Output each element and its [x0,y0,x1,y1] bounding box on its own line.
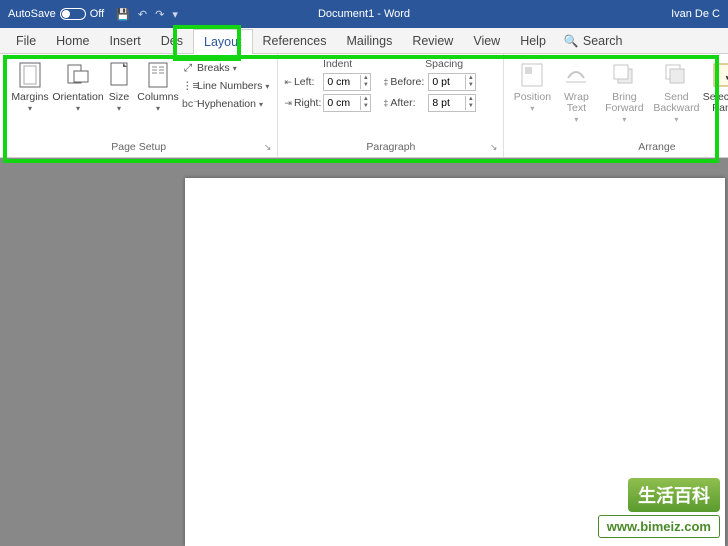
spacing-before-label: ‡Before: [383,76,425,88]
indent-right-label: ⇥Right: [284,97,320,109]
chevron-down-icon: ▾ [674,115,678,124]
qat-more-icon[interactable]: ▾ [172,8,178,21]
chevron-down-icon: ▾ [622,115,626,124]
indent-left-label: ⇤Left: [284,76,320,88]
spin-up-icon[interactable]: ▲ [466,96,475,103]
chevron-down-icon: ▾ [530,104,534,113]
dialog-launcher-icon[interactable]: ↘ [490,142,498,153]
indent-right-icon: ⇥ [284,98,292,109]
indent-right-input[interactable]: ▲▼ [323,94,371,112]
tab-insert[interactable]: Insert [100,28,151,53]
title-bar: AutoSave Off 💾 ↶ ↷ ▾ Document1 - Word Iv… [0,0,728,28]
group-paragraph: Indent Spacing ⇤Left: ▲▼ ‡Before: ▲▼ ⇥Ri… [278,54,504,157]
tab-view[interactable]: View [463,28,510,53]
breaks-button[interactable]: ⤢ Breaks ▾ [182,60,269,76]
undo-icon[interactable]: ↶ [138,8,147,21]
ribbon-tabs: File Home Insert Des Layout References M… [0,28,728,54]
spacing-after-input[interactable]: ▲▼ [428,94,476,112]
spacing-after-label: ‡After: [383,97,425,109]
margins-icon [19,60,41,90]
columns-button[interactable]: Columns ▾ [136,58,180,115]
selection-pane-icon [713,60,728,90]
send-backward-button[interactable]: Send Backward ▾ [650,58,702,126]
group-label-paragraph: Paragraph ↘ [284,139,497,155]
chevron-down-icon: ▾ [574,115,578,124]
autosave-state: Off [90,8,104,20]
group-label-page-setup: Page Setup ↘ [6,139,271,155]
redo-icon[interactable]: ↷ [155,8,164,21]
tab-references[interactable]: References [253,28,337,53]
chevron-down-icon: ▾ [28,104,32,113]
spacing-before-input[interactable]: ▲▼ [428,73,476,91]
spacing-after-icon: ‡ [383,98,388,108]
autosave-toggle[interactable]: AutoSave Off [8,8,104,20]
document-title: Document1 - Word [318,8,410,20]
margins-button[interactable]: Margins ▾ [6,58,54,115]
indent-left-icon: ⇤ [284,77,292,88]
tab-help[interactable]: Help [510,28,556,53]
hyphenation-button[interactable]: bc⁻ Hyphenation ▾ [182,96,269,112]
group-page-setup: Margins ▾ Orientation ▾ Size ▾ [0,54,278,157]
bring-forward-icon [612,60,636,90]
breaks-icon: ⤢ [182,62,194,75]
indent-left-input[interactable]: ▲▼ [323,73,371,91]
position-button[interactable]: Position ▾ [510,58,554,115]
tab-home[interactable]: Home [46,28,99,53]
spin-up-icon[interactable]: ▲ [361,96,370,103]
tab-design[interactable]: Des [151,28,193,53]
tab-file[interactable]: File [6,28,46,53]
chevron-down-icon: ▾ [233,64,237,73]
line-numbers-button[interactable]: ⋮≡ Line Numbers ▾ [182,78,269,94]
chevron-down-icon: ▾ [259,100,263,109]
quick-access-toolbar: 💾 ↶ ↷ ▾ [116,8,178,21]
chevron-down-icon: ▾ [156,104,160,113]
ribbon: Margins ▾ Orientation ▾ Size ▾ [0,54,728,158]
search-box[interactable]: 🔍 Search [564,28,623,53]
tab-layout[interactable]: Layout [193,29,253,54]
position-icon [521,60,543,90]
user-name[interactable]: Ivan De C [671,8,720,20]
spin-up-icon[interactable]: ▲ [466,75,475,82]
page-setup-small-buttons: ⤢ Breaks ▾ ⋮≡ Line Numbers ▾ bc⁻ Hyphena… [180,58,271,114]
dialog-launcher-icon[interactable]: ↘ [264,142,272,153]
spacing-header: Spacing [391,58,498,70]
autosave-label: AutoSave [8,8,56,20]
wrap-text-button[interactable]: Wrap Text ▾ [554,58,598,126]
spacing-before-icon: ‡ [383,77,388,87]
tab-review[interactable]: Review [402,28,463,53]
spin-down-icon[interactable]: ▼ [466,82,475,89]
spin-up-icon[interactable]: ▲ [361,75,370,82]
send-backward-icon [664,60,688,90]
chevron-down-icon: ▾ [265,82,269,91]
search-label: Search [583,34,623,48]
watermark-url: www.bimeiz.com [598,515,720,538]
group-label-arrange: Arrange [510,139,728,155]
size-button[interactable]: Size ▾ [102,58,136,115]
indent-header: Indent [284,58,391,70]
search-icon: 🔍 [564,34,579,48]
line-numbers-icon: ⋮≡ [182,80,194,92]
selection-pane-button[interactable]: Selection Pane [702,58,728,116]
bring-forward-button[interactable]: Bring Forward ▾ [598,58,650,126]
spin-down-icon[interactable]: ▼ [466,103,475,110]
group-arrange: Position ▾ Wrap Text ▾ Bring Forward ▾ [504,54,728,157]
wrap-text-icon [564,60,588,90]
toggle-icon [60,8,86,20]
save-icon[interactable]: 💾 [116,8,130,21]
watermark-cn: 生活百科 [628,478,720,512]
orientation-button[interactable]: Orientation ▾ [54,58,102,115]
hyphenation-icon: bc⁻ [182,98,194,110]
tab-mailings[interactable]: Mailings [336,28,402,53]
orientation-icon [66,60,90,90]
chevron-down-icon: ▾ [76,104,80,113]
spin-down-icon[interactable]: ▼ [361,82,370,89]
spin-down-icon[interactable]: ▼ [361,103,370,110]
size-icon [110,60,128,90]
chevron-down-icon: ▾ [117,104,121,113]
columns-icon [148,60,168,90]
